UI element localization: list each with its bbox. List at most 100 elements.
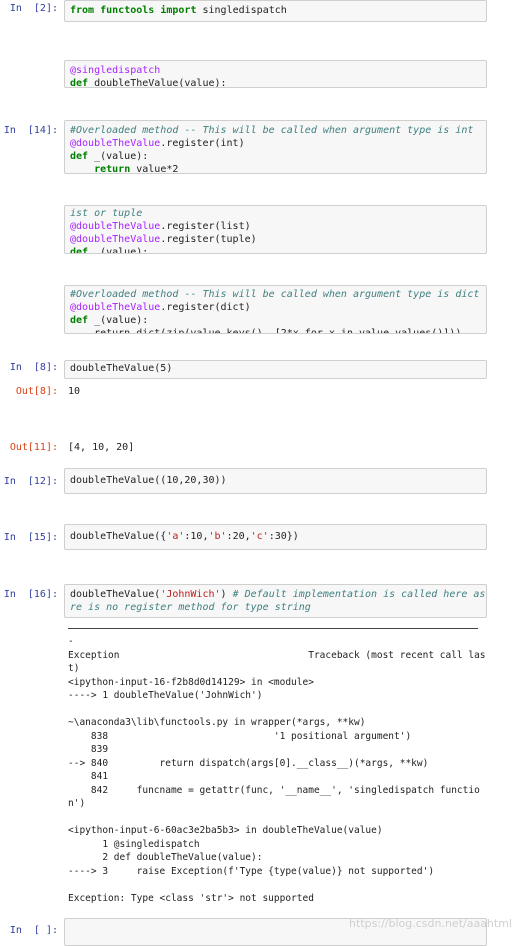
code-line: from functools import singledispatch (70, 5, 287, 17)
input-prompt-12: In [12]: (3, 476, 58, 487)
traceback-line: 841 (68, 771, 109, 782)
code-line: @doubleTheValue.register(dict) (70, 302, 251, 314)
code-token: def (70, 315, 89, 326)
code-line: return dict(zip(value.keys(), [2*x for x… (70, 328, 462, 334)
code-line: def _(value): (70, 247, 149, 254)
code-line: @doubleTheValue.register(tuple) (70, 234, 257, 246)
traceback-line: 838 '1 positional argument') (68, 730, 412, 742)
code-line: #Overloaded method -- This will be calle… (70, 125, 473, 137)
input-prompt-empty: In [ ]: (9, 925, 58, 936)
code-token: _(value): (88, 315, 149, 326)
code-token: return dict(zip(value.keys(), [2*x for x… (70, 328, 462, 334)
code-line: @doubleTheValue.register(int) (70, 138, 245, 150)
code-cell-singledispatch-def[interactable]: @singledispatch def doubleTheValue(value)… (64, 60, 487, 88)
traceback-line: <ipython-input-16-f2b8d0d14129> in <modu… (68, 676, 314, 688)
code-line: doubleTheValue({'a':10,'b':20,'c':30}) (70, 531, 299, 543)
watermark: https://blog.csdn.net/aaahtml (349, 917, 512, 930)
output-prompt-11: Out[11]: (9, 442, 58, 453)
code-token: .register(tuple) (160, 234, 257, 245)
code-token: :20, (226, 531, 251, 542)
code-line: ist or tuple (70, 208, 142, 220)
traceback-line: Exception: Type <class 'str'> not suppor… (68, 892, 314, 904)
code-token: _(value): (88, 151, 149, 162)
code-token: 'a' (166, 531, 185, 542)
code-token: doubleTheValue(value): (88, 78, 227, 88)
traceback-line: ----> 1 doubleTheValue('JohnWich') (68, 690, 263, 701)
code-line: doubleTheValue((10,20,30)) (70, 475, 227, 487)
code-cell-call-string[interactable]: doubleTheValue('JohnWich') # Default imp… (64, 584, 487, 618)
code-token: def (70, 151, 89, 162)
input-prompt-15: In [15]: (3, 532, 58, 543)
code-token: doubleTheValue( (70, 589, 161, 600)
code-token: return (94, 164, 131, 174)
code-token: @singledispatch (70, 65, 161, 76)
code-token: ist or tuple (70, 208, 143, 219)
input-prompt-16: In [16]: (3, 589, 58, 600)
input-prompt-2: In [2]: (9, 3, 58, 14)
output-text: 10 (68, 386, 81, 397)
code-token: @doubleTheValue (70, 234, 161, 245)
code-token: #Overloaded method -- This will be calle… (70, 125, 474, 136)
code-token: :30}) (268, 531, 299, 542)
code-token: 'c' (250, 531, 269, 542)
code-line: def _(value): (70, 151, 148, 163)
code-cell-register-list-tuple[interactable]: ist or tuple @doubleTheValue.register(lis… (64, 205, 487, 254)
code-token: 'JohnWich' (160, 589, 221, 600)
output-prompt-8: Out[8]: (15, 386, 58, 397)
code-cell-call-dict[interactable]: doubleTheValue({'a':10,'b':20,'c':30}) (64, 524, 487, 550)
code-line: @doubleTheValue.register(list) (70, 221, 251, 233)
code-token: @doubleTheValue (70, 221, 161, 232)
output-text: [4, 10, 20] (68, 442, 135, 453)
traceback-line: n') (68, 798, 86, 809)
code-line: @singledispatch (70, 65, 160, 77)
traceback-divider (68, 628, 478, 629)
traceback-line: <ipython-input-6-60ac3e2ba5b3> in double… (68, 825, 383, 836)
code-token: ) (220, 589, 233, 600)
code-token: doubleTheValue((10,20,30)) (70, 475, 227, 486)
code-token: doubleTheValue(5) (70, 363, 173, 374)
input-prompt-14: In [14]: (3, 125, 58, 136)
code-token: value*2 (130, 164, 179, 174)
code-cell-call-tuple[interactable]: doubleTheValue((10,20,30)) (64, 468, 487, 494)
code-token: re is no register method for type string (70, 602, 311, 613)
code-line: doubleTheValue(5) (70, 363, 172, 375)
code-token: from (70, 5, 95, 16)
code-token: .register(dict) (160, 302, 251, 313)
traceback-line: - (68, 636, 74, 647)
code-token: # Default implementation is called here … (232, 589, 487, 600)
code-token: @doubleTheValue (70, 138, 161, 149)
code-token: .register(int) (160, 138, 245, 149)
code-token: 'b' (208, 531, 227, 542)
input-prompt-8: In [8]: (9, 362, 58, 373)
code-token: def (70, 247, 89, 254)
code-cell-register-dict[interactable]: #Overloaded method -- This will be calle… (64, 285, 487, 334)
traceback-line: --> 840 return dispatch(args[0].__class_… (68, 757, 429, 769)
code-line: def _(value): (70, 315, 148, 327)
code-token: functools (100, 5, 155, 16)
traceback-line: ----> 3 raise Exception(f'Type {type(val… (68, 865, 435, 877)
code-token: :10, (184, 531, 209, 542)
code-cell-call-int[interactable]: doubleTheValue(5) (64, 360, 487, 379)
traceback-line: 1 @singledispatch (68, 838, 200, 850)
traceback-line: 2 def doubleTheValue(value): (68, 852, 263, 863)
code-cell-import[interactable]: from functools import singledispatch (64, 0, 487, 22)
code-token: #Overloaded method -- This will be calle… (70, 289, 480, 300)
code-token: .register(list) (160, 221, 251, 232)
traceback-line: 839 (68, 744, 109, 755)
traceback-line: t) (68, 663, 80, 674)
code-token: import (160, 5, 197, 16)
traceback-line: ~\anaconda3\lib\functools.py in wrapper(… (68, 717, 366, 728)
code-line: doubleTheValue('JohnWich') # Default imp… (70, 589, 487, 601)
traceback-line: Exception Traceback (most recent call la… (68, 649, 486, 661)
code-line: re is no register method for type string (70, 602, 311, 614)
code-line: return value*2 (70, 164, 179, 174)
code-line: def doubleTheValue(value): (70, 78, 227, 88)
code-token: doubleTheValue({ (70, 531, 167, 542)
code-token: def (70, 78, 89, 88)
code-cell-register-int[interactable]: #Overloaded method -- This will be calle… (64, 120, 487, 174)
code-token: @doubleTheValue (70, 302, 161, 313)
code-token: singledispatch (196, 5, 287, 16)
code-token: _(value): (88, 247, 149, 254)
traceback-line: 842 funcname = getattr(func, '__name__',… (68, 784, 480, 796)
